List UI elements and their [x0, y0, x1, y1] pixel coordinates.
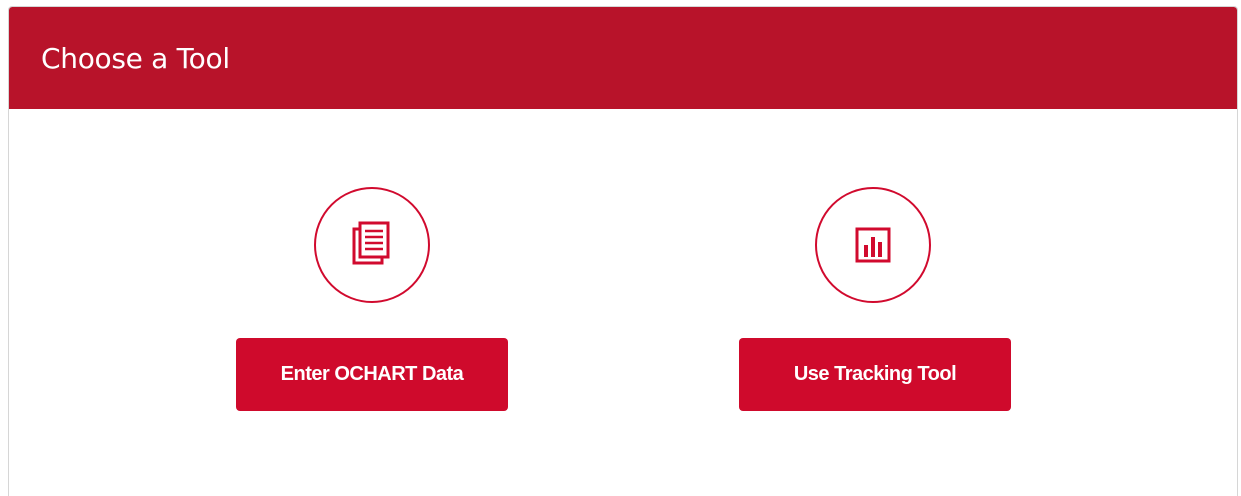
enter-ochart-data-button[interactable]: Enter OCHART Data — [236, 338, 508, 411]
panel-title: Choose a Tool — [41, 41, 230, 75]
document-icon — [352, 221, 390, 265]
use-tracking-tool-button[interactable]: Use Tracking Tool — [739, 338, 1011, 411]
panel-header: Choose a Tool — [9, 7, 1237, 109]
bar-chart-icon — [855, 227, 891, 263]
bar-chart-icon-circle — [815, 187, 931, 303]
document-icon-circle — [314, 187, 430, 303]
choose-tool-panel: Choose a Tool Enter OCHART Data Use Trac… — [8, 6, 1238, 496]
